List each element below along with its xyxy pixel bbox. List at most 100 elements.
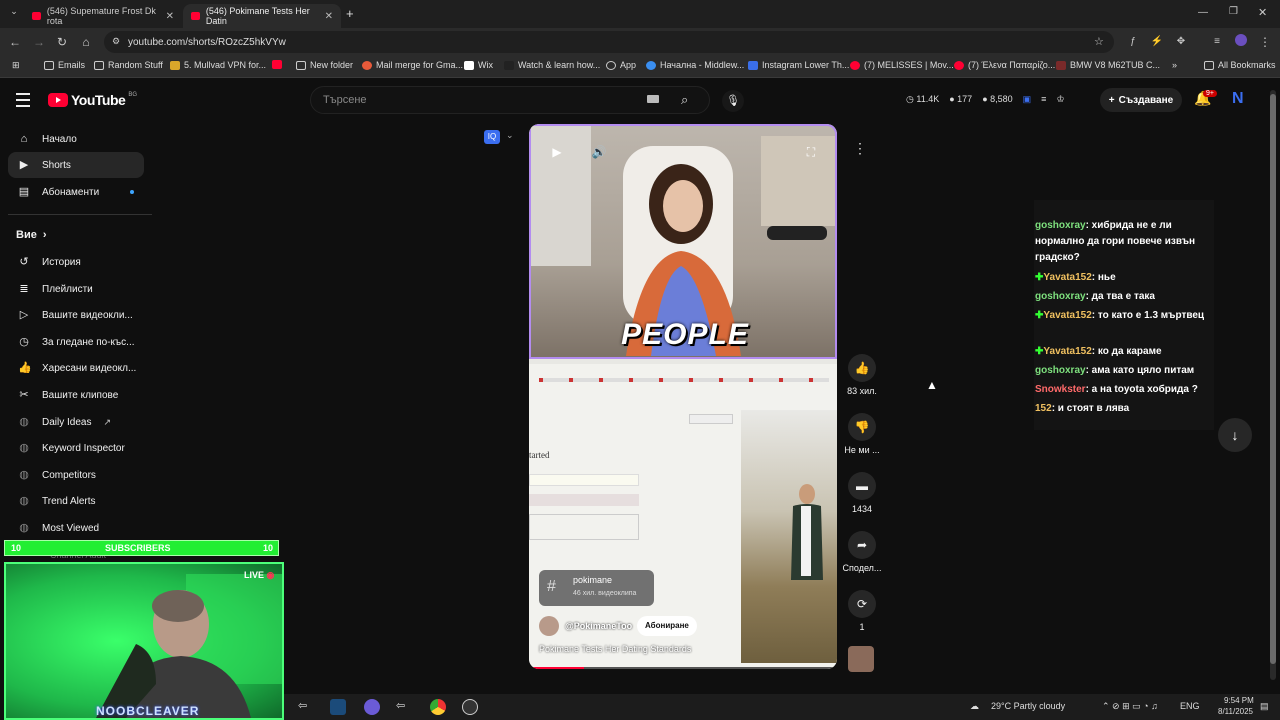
close-window-button[interactable]: ✕ [1258,6,1267,19]
discord-icon[interactable] [364,699,380,715]
sidebar-item-watch-later[interactable]: ◷ За гледане по-къс... [8,329,144,355]
sidebar-item-most-viewed[interactable]: ◍ Most Viewed [8,515,144,541]
subscribe-button[interactable]: Абониране [637,616,697,636]
bookmark-app[interactable]: App [606,60,636,70]
sidebar-item-playlists[interactable]: ≣ Плейлисти [8,276,144,302]
fullscreen-icon[interactable]: ⛶ [799,140,823,164]
tray-icons[interactable]: ⌃ ⊘ ⊞ ▭ ◔ ♫ [1102,701,1158,712]
close-tab-icon[interactable]: ✕ [325,11,333,22]
bookmark-watch-learn[interactable]: Watch & learn how... [504,60,600,70]
share-action[interactable]: ➦ Сподел... [838,531,886,573]
keyboard-icon[interactable] [647,95,659,103]
obs-icon[interactable] [462,699,478,715]
bookmark-all[interactable]: All Bookmarks [1204,60,1276,70]
bookmark-wix[interactable]: Wix [464,60,493,70]
weather-text[interactable]: 29°C Partly cloudy [991,701,1065,711]
chrome-icon[interactable] [430,699,446,715]
bookmark-random-stuff[interactable]: Random Stuff [94,60,163,70]
minimize-button[interactable]: — [1198,7,1208,18]
channel-avatar[interactable] [539,616,559,636]
bookmark-instagram[interactable]: Instagram Lower Th... [748,60,849,70]
remix-action[interactable]: ⟳ 1 [838,590,886,632]
language-indicator[interactable]: ENG [1180,701,1200,711]
new-tab-button[interactable]: + [346,6,354,21]
volume-icon[interactable]: 🔊 [587,140,611,164]
progress-bar[interactable] [529,667,837,669]
clock-date[interactable]: 8/11/2025 [1218,707,1253,716]
create-button[interactable]: + Създаване [1100,88,1182,112]
comments-action[interactable]: ▬ 1434 [838,472,886,514]
short-video-player[interactable]: ▶ 🔊 ⛶ PEOPLE tarted # pokimane 46 хил. в… [529,124,837,669]
bookmark-melisses[interactable]: (7) MELISSES | Mov... [850,60,954,70]
comment-icon[interactable]: ▬ [848,472,876,500]
dislike-icon[interactable]: 👎 [848,413,876,441]
trophy-icon[interactable]: ♔ [1056,94,1064,105]
vidiq-icon[interactable]: ▣ [1023,94,1032,105]
more-options-icon[interactable]: ⋮ [853,140,867,157]
home-icon[interactable]: ⌂ [77,33,95,51]
apps-icon[interactable]: ⊞ [12,60,20,71]
app-icon[interactable]: ⇦ [396,699,412,715]
bookmark-bmw[interactable]: BMW V8 M62TUB C... [1056,60,1160,70]
next-short-button[interactable]: ↓ [1218,418,1252,452]
bookmark-emails[interactable]: Emails [44,60,85,70]
search-input[interactable]: Търсене ⌕ [310,86,710,114]
extension-icon[interactable]: ƒ [1124,33,1142,51]
bookmark-new-folder[interactable]: New folder [296,60,353,70]
scrollbar-thumb[interactable] [1270,94,1276,664]
sidebar-item-keyword-inspector[interactable]: ◍ Keyword Inspector [8,435,144,461]
site-info-icon[interactable]: ⚙ [112,36,120,47]
reading-list-icon[interactable]: ≡ [1208,33,1226,51]
list-icon[interactable]: ≡ [1041,94,1046,105]
share-icon[interactable]: ➦ [848,531,876,559]
forward-icon[interactable]: → [30,33,48,51]
app-icon[interactable]: ⇦ [298,699,314,715]
bookmark-star-icon[interactable]: ☆ [1094,35,1104,48]
voice-search-icon[interactable]: 🎙 [722,90,744,112]
sidebar-item-clips[interactable]: ✂ Вашите клипове [8,382,144,408]
notifications-center-icon[interactable]: ▤ [1260,701,1269,712]
channel-name[interactable]: @PokimaneToo [565,621,632,631]
page-scrollbar[interactable] [1270,90,1276,680]
bookmark-mullvad[interactable]: 5. Mullvad VPN for... [170,60,266,70]
bookmark-elena[interactable]: (7) Έλενα Παπαρίζο... [954,60,1055,70]
extension-icon[interactable]: ⚡ [1148,33,1166,51]
sidebar-item-trend-alerts[interactable]: ◍ Trend Alerts [8,488,144,514]
sound-thumbnail[interactable] [848,646,874,672]
bookmark-middleware[interactable]: Начална - Middlew... [646,60,744,70]
chevron-down-icon[interactable]: ⌄ [506,130,514,141]
url-field[interactable]: ⚙ youtube.com/shorts/ROzcZ5hkVYw ☆ [104,31,1114,53]
sidebar-item-shorts[interactable]: ▶ Shorts [8,152,144,178]
bookmark-youtube[interactable] [272,60,282,69]
sidebar-item-history[interactable]: ↺ История [8,249,144,275]
menu-icon[interactable] [16,93,30,111]
like-action[interactable]: 👍 83 хил. [838,354,886,396]
bookmark-mail-merge[interactable]: Mail merge for Gma... [362,60,463,70]
more-bookmarks-icon[interactable]: » [1172,60,1177,70]
close-tab-icon[interactable]: ✕ [166,11,174,22]
browser-menu-icon[interactable]: ⋮ [1256,33,1274,51]
reload-icon[interactable]: ↻ [53,33,71,51]
youtube-logo[interactable]: YouTube BG [48,92,137,108]
like-icon[interactable]: 👍 [848,354,876,382]
sidebar-item-your-videos[interactable]: ▷ Вашите видеокли... [8,302,144,328]
dislike-action[interactable]: 👎 Не ми ... [838,413,886,455]
browser-tab-1[interactable]: (546) Supemature Frost Dk rota ✕ [24,4,182,28]
search-icon[interactable]: ⌕ [681,87,688,113]
sidebar-item-liked[interactable]: 👍 Харесани видеокл... [8,355,144,381]
browser-tab-2[interactable]: (546) Pokimane Tests Her Datin ✕ [183,4,341,28]
remix-icon[interactable]: ⟳ [848,590,876,618]
avatar[interactable]: N [1232,90,1248,108]
clock-time[interactable]: 9:54 PM [1224,696,1254,705]
hashtag-chip[interactable]: # pokimane 46 хил. видеоклипа [539,570,654,606]
sidebar-section-you[interactable]: Вие › [8,222,144,248]
tab-list-button[interactable]: ⌄ [6,6,22,22]
sidebar-item-competitors[interactable]: ◍ Competitors [8,462,144,488]
sidebar-item-home[interactable]: ⌂ Начало [8,126,144,152]
restore-button[interactable]: ❐ [1229,6,1238,17]
vidiq-toggle[interactable]: IQ [484,130,500,144]
sidebar-item-daily-ideas[interactable]: ◍ Daily Ideas ↗ [8,409,144,435]
profile-avatar[interactable] [1232,33,1250,51]
steam-icon[interactable] [330,699,346,715]
sidebar-item-subscriptions[interactable]: ▤ Абонаменти [8,179,144,205]
